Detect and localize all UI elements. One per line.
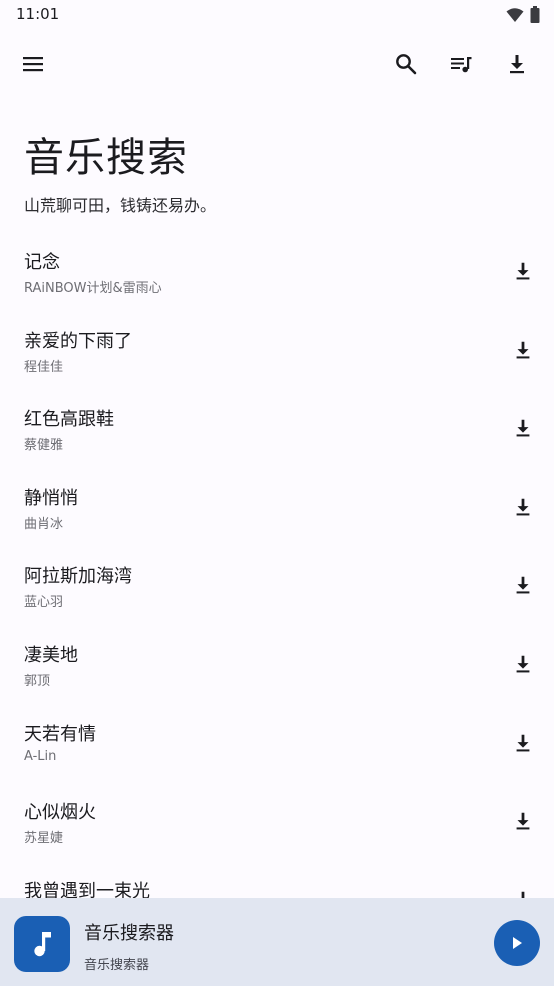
song-list: 记念 RAiNBOW计划&雷雨心 亲爱的下雨了 程佳佳 红色高跟鞋 蔡健雅 静悄… <box>0 234 554 941</box>
download-all-button[interactable] <box>497 44 537 84</box>
download-icon <box>516 577 530 594</box>
page-subtitle: 山荒聊可田，钱铸还易办。 <box>24 196 217 215</box>
download-icon <box>516 341 530 359</box>
status-bar: 11:01 <box>0 0 554 30</box>
download-icon <box>516 812 530 830</box>
song-title: 凄美地 <box>24 644 78 666</box>
song-title: 记念 <box>24 252 60 273</box>
song-download-button[interactable] <box>510 730 536 756</box>
play-button[interactable] <box>494 920 540 966</box>
song-title: 心似烟火 <box>24 802 96 824</box>
download-icon <box>510 55 524 74</box>
download-icon <box>516 734 530 751</box>
status-icons <box>506 6 540 23</box>
song-title: 亲爱的下雨了 <box>24 330 132 352</box>
app-bar <box>0 36 554 92</box>
player-subtitle: 音乐搜索器 <box>84 958 150 973</box>
menu-button[interactable] <box>13 44 53 84</box>
song-artist: RAiNBOW计划&雷雨心 <box>24 281 162 296</box>
page-title: 音乐搜索 <box>24 135 188 181</box>
song-artist: A-Lin <box>24 748 57 764</box>
search-icon <box>396 54 417 75</box>
play-icon <box>513 937 522 949</box>
song-title: 红色高跟鞋 <box>24 409 114 431</box>
download-icon <box>516 498 530 516</box>
playlist-icon <box>451 57 472 73</box>
wifi-icon <box>506 7 524 22</box>
song-download-button[interactable] <box>510 415 536 441</box>
list-item[interactable]: 阿拉斯加海湾 蓝心羽 <box>0 548 554 627</box>
song-title: 天若有情 <box>24 723 96 745</box>
download-icon <box>516 419 530 437</box>
battery-icon <box>530 6 540 23</box>
download-icon <box>516 262 530 280</box>
song-title: 阿拉斯加海湾 <box>24 566 132 588</box>
download-icon <box>516 655 530 673</box>
player-title: 音乐搜索器 <box>84 923 174 944</box>
status-time: 11:01 <box>16 5 60 23</box>
song-artist: 曲肖冰 <box>24 516 64 532</box>
list-item[interactable]: 红色高跟鞋 蔡健雅 <box>0 391 554 470</box>
music-note-icon <box>34 932 51 957</box>
song-title: 静悄悄 <box>24 487 78 509</box>
list-item[interactable]: 静悄悄 曲肖冰 <box>0 470 554 549</box>
search-button[interactable] <box>386 44 426 84</box>
song-download-button[interactable] <box>510 337 536 363</box>
song-download-button[interactable] <box>510 572 536 598</box>
list-item[interactable]: 天若有情 A-Lin <box>0 706 554 785</box>
song-artist: 蔡健雅 <box>24 438 64 454</box>
mini-player[interactable]: 音乐搜索器 音乐搜索器 <box>0 898 554 986</box>
album-art <box>14 916 70 972</box>
song-artist: 苏星婕 <box>24 831 64 847</box>
list-item[interactable]: 亲爱的下雨了 程佳佳 <box>0 313 554 392</box>
song-artist: 程佳佳 <box>24 359 64 375</box>
song-download-button[interactable] <box>510 258 536 284</box>
list-item[interactable]: 心似烟火 苏星婕 <box>0 784 554 863</box>
playlist-button[interactable] <box>441 44 481 84</box>
song-download-button[interactable] <box>510 494 536 520</box>
song-download-button[interactable] <box>510 808 536 834</box>
song-artist: 郭顶 <box>24 673 51 689</box>
song-artist: 蓝心羽 <box>24 595 64 611</box>
list-item[interactable]: 凄美地 郭顶 <box>0 627 554 706</box>
menu-icon <box>23 57 43 72</box>
list-item[interactable]: 记念 RAiNBOW计划&雷雨心 <box>0 234 554 313</box>
song-download-button[interactable] <box>510 651 536 677</box>
